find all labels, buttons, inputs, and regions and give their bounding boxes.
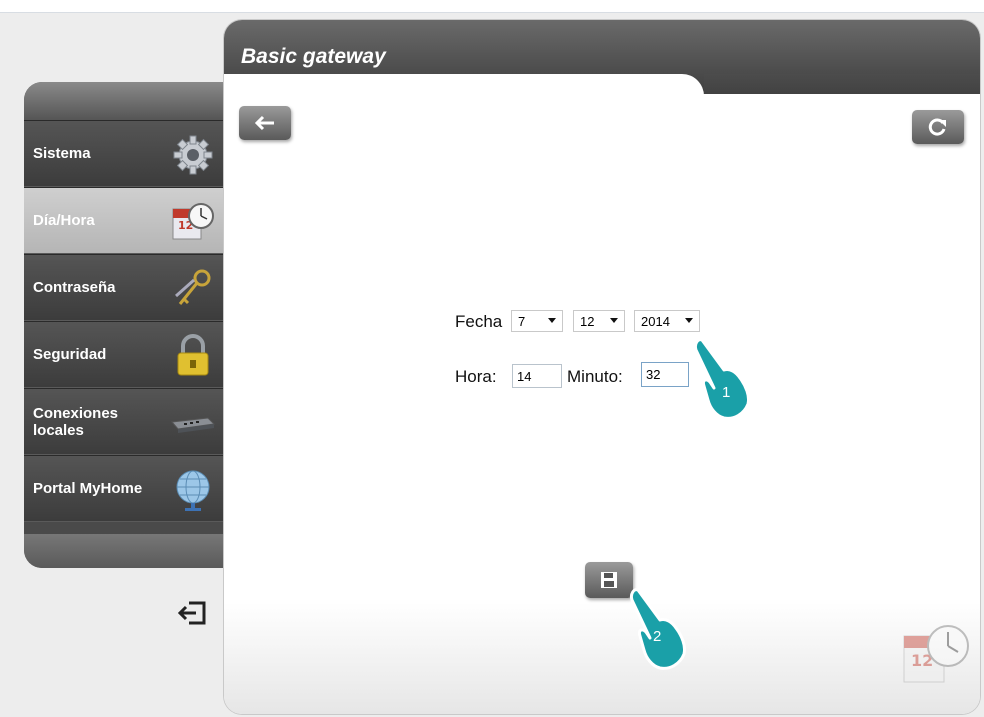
keys-icon (175, 269, 211, 305)
day-select[interactable]: 7 (511, 310, 563, 332)
chevron-down-icon (548, 318, 556, 323)
arrow-left-icon (254, 115, 274, 131)
padlock-icon (177, 334, 209, 376)
sidebar-item-label: Seguridad (33, 346, 107, 363)
refresh-icon (928, 118, 946, 136)
sidebar-item-label: Sistema (33, 145, 91, 162)
chevron-down-icon (685, 318, 693, 323)
minute-value: 32 (646, 367, 661, 382)
exit-icon[interactable] (177, 600, 207, 626)
step-1-label: 1 (722, 384, 731, 401)
year-select[interactable]: 2014 (634, 310, 700, 332)
month-select[interactable]: 12 (573, 310, 625, 332)
step-2-label: 2 (653, 628, 662, 645)
hour-field[interactable]: 14 (512, 364, 562, 388)
sidebar-item-contrasena[interactable]: Contraseña (24, 254, 224, 321)
globe-icon (176, 470, 210, 511)
sidebar-item-portal-myhome[interactable]: Portal MyHome (24, 455, 224, 522)
gear-icon (173, 135, 213, 175)
sidebar-item-label: Portal MyHome (33, 480, 143, 497)
month-value: 12 (580, 313, 595, 329)
minute-label: Minuto: (567, 367, 623, 386)
date-label: Fecha (455, 312, 503, 331)
hand-pointer-icon (694, 338, 750, 420)
refresh-button[interactable] (912, 110, 964, 144)
day-value: 7 (518, 313, 526, 329)
sidebar-item-label: Conexiones locales (33, 404, 119, 439)
sidebar-header (24, 82, 224, 120)
chevron-down-icon (610, 318, 618, 323)
hour-label: Hora: (455, 367, 497, 386)
sidebar-item-label: Día/Hora (33, 212, 95, 229)
hour-value: 14 (517, 368, 532, 384)
sidebar-item-sistema[interactable]: Sistema (24, 120, 224, 187)
sidebar-item-label: Contraseña (33, 279, 116, 296)
sidebar-item-conexiones-locales[interactable]: Conexiones locales (24, 388, 224, 455)
sidebar: Sistema Día/Hora 12 Contraseña Seguridad… (24, 82, 224, 568)
calendar-clock-watermark-icon: 12 (903, 625, 969, 683)
year-value: 2014 (641, 313, 670, 329)
page-title: Basic gateway (241, 45, 386, 68)
calendar-clock-icon: 12 (172, 203, 214, 240)
header-tab-strip (704, 74, 980, 94)
network-switch-icon (171, 417, 216, 433)
back-button[interactable] (239, 106, 291, 140)
panel-body (224, 94, 980, 714)
minute-field[interactable]: 32 (641, 362, 689, 387)
floppy-disk-icon (601, 572, 617, 588)
sidebar-item-seguridad[interactable]: Seguridad (24, 321, 224, 388)
sidebar-item-dia-hora[interactable]: Día/Hora 12 (24, 187, 224, 254)
sidebar-footer (24, 534, 224, 568)
top-border (0, 0, 984, 13)
